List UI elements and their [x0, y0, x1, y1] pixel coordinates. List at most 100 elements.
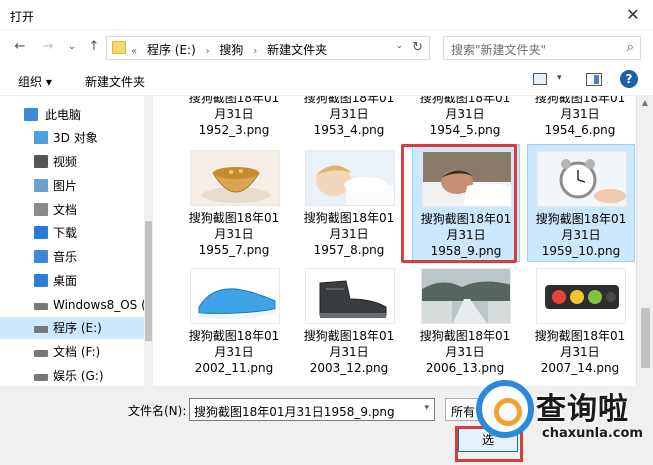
file-name: 月31日	[214, 345, 254, 359]
sidebar-item[interactable]: Windows8_OS (C	[0, 294, 145, 316]
sidebar-item-label: 娱乐 (G:)	[53, 369, 104, 383]
file-name: 1955_7.png	[198, 243, 270, 257]
file-item[interactable]: 搜狗截图18年01 月31日 2003_12.png	[296, 262, 404, 380]
sidebar-item-label: 3D 对象	[53, 131, 98, 145]
breadcrumb-new-folder[interactable]: 新建文件夹	[267, 43, 327, 57]
file-name: 月31日	[561, 228, 601, 242]
filename-label: 文件名(N):	[128, 404, 187, 418]
sidebar-item-label: 图片	[53, 179, 78, 193]
document-icon	[34, 203, 48, 216]
drive-icon	[34, 350, 48, 357]
breadcrumb-overflow[interactable]: «	[131, 46, 137, 57]
file-name: 月31日	[214, 227, 254, 241]
sidebar-item[interactable]: 图片	[0, 175, 145, 197]
breadcrumb-separator[interactable]: ›	[253, 46, 257, 57]
watermark-logo: 查询啦 chaxunla.com	[470, 376, 650, 456]
pc-icon	[24, 108, 38, 121]
file-item[interactable]: 搜狗截图18年01 月31日 1957_8.png	[296, 144, 404, 262]
file-name: 月31日	[445, 345, 485, 359]
sidebar-item-label: 文档	[53, 203, 78, 217]
preview-pane-icon[interactable]	[586, 73, 602, 86]
sidebar-item-label: 下载	[53, 226, 78, 240]
file-name: 月31日	[446, 228, 486, 242]
recent-locations-icon[interactable]: ⌄	[64, 39, 80, 55]
address-dropdown-icon[interactable]: ⌄	[395, 41, 403, 51]
file-thumbnail	[305, 150, 395, 206]
search-input[interactable]: 搜索"新建文件夹"	[451, 41, 546, 58]
scroll-up-icon[interactable]: ▲	[637, 98, 653, 107]
file-item[interactable]: 搜狗截图18年01 月31日 1955_7.png	[181, 144, 289, 262]
address-bar[interactable]: « 程序 (E:) › 搜狗 › 新建文件夹 ⌄ ↻	[106, 36, 430, 60]
sidebar-item[interactable]: 程序 (E:)	[0, 317, 145, 339]
sidebar-item-label: 视频	[53, 155, 78, 169]
file-item[interactable]: 搜狗截图18年01 月31日 1959_10.png	[527, 144, 635, 262]
file-thumbnail	[190, 150, 280, 206]
forward-icon[interactable]: →	[40, 39, 56, 55]
organize-button[interactable]: 组织 ▾	[18, 73, 52, 90]
file-name: 1952_3.png	[198, 123, 270, 137]
file-name: 搜狗截图18年01	[420, 212, 512, 226]
file-name: 2006_13.png	[425, 361, 505, 375]
new-folder-button[interactable]: 新建文件夹	[85, 73, 145, 90]
file-item[interactable]: 搜狗截图18年01 月31日 1958_9.png	[412, 144, 520, 262]
up-folder-icon[interactable]: ↑	[86, 39, 102, 55]
command-bar: 组织 ▾ 新建文件夹 ▾ ?	[0, 64, 653, 96]
sidebar-item[interactable]: 文档 (F:)	[0, 341, 145, 363]
navigation-bar: ← → ⌄ ↑ « 程序 (E:) › 搜狗 › 新建文件夹 ⌄ ↻ 搜索"新建…	[0, 30, 653, 64]
file-name: 搜狗截图18年01	[534, 96, 626, 105]
file-name: 1959_10.png	[541, 244, 621, 258]
view-options-icon[interactable]	[533, 73, 547, 85]
breadcrumb-separator[interactable]: ›	[206, 46, 210, 57]
folder-icon	[112, 41, 126, 54]
file-list-scrollbar[interactable]: ▲	[636, 96, 653, 386]
file-name: 2003_12.png	[309, 361, 389, 375]
sidebar-item[interactable]: 文档	[0, 199, 145, 221]
search-icon[interactable]: ⌕	[627, 40, 634, 55]
file-item[interactable]: 搜狗截图18年01 月31日 2002_11.png	[181, 262, 289, 380]
file-name: 2002_11.png	[194, 361, 274, 375]
file-item[interactable]: 搜狗截图18年01 月31日 1952_3.png	[181, 96, 289, 140]
sidebar-item[interactable]: 此电脑	[0, 104, 145, 126]
sidebar-item[interactable]: 娱乐 (G:)	[0, 365, 145, 386]
file-name: 1953_4.png	[313, 123, 385, 137]
file-thumbnail	[537, 151, 627, 207]
sidebar-item[interactable]: 桌面	[0, 270, 145, 292]
sidebar-item-label: 此电脑	[45, 108, 82, 122]
sidebar-item[interactable]: 视频	[0, 151, 145, 173]
file-name: 搜狗截图18年01	[188, 329, 280, 343]
file-item[interactable]: 搜狗截图18年01 月31日 1954_5.png	[412, 96, 520, 140]
view-dropdown-icon[interactable]: ▾	[557, 73, 562, 83]
file-item[interactable]: 搜狗截图18年01 月31日 2007_14.png	[527, 262, 635, 380]
chevron-down-icon[interactable]: ▾	[424, 403, 429, 413]
filename-input[interactable]: 搜狗截图18年01月31日1958_9.png ▾	[189, 398, 435, 421]
file-item[interactable]: 搜狗截图18年01 月31日 2006_13.png	[412, 262, 520, 380]
scrollbar-thumb[interactable]	[641, 308, 650, 368]
file-name: 2007_14.png	[540, 361, 620, 375]
file-name: 月31日	[214, 107, 254, 121]
breadcrumb-drive-e[interactable]: 程序 (E:)	[147, 43, 196, 57]
sidebar-item-label: 音乐	[53, 250, 78, 264]
sidebar-item-label: 桌面	[53, 274, 78, 288]
logo-q-icon	[476, 380, 534, 438]
scrollbar-thumb[interactable]	[145, 221, 152, 341]
refresh-icon[interactable]: ↻	[412, 40, 423, 55]
drive-icon	[34, 326, 48, 333]
back-icon[interactable]: ←	[12, 39, 28, 55]
navigation-pane-scrollbar[interactable]	[144, 96, 153, 386]
help-icon[interactable]: ?	[620, 70, 638, 88]
search-box[interactable]: 搜索"新建文件夹" ⌕	[443, 36, 641, 60]
file-name: 月31日	[329, 107, 369, 121]
sidebar-item[interactable]: 3D 对象	[0, 127, 145, 149]
file-thumbnail	[422, 151, 512, 207]
desktop-icon	[34, 274, 48, 287]
sidebar-item[interactable]: 下载	[0, 222, 145, 244]
filename-value[interactable]: 搜狗截图18年01月31日1958_9.png	[194, 403, 395, 420]
breadcrumb-sogou[interactable]: 搜狗	[219, 43, 243, 57]
file-item[interactable]: 搜狗截图18年01 月31日 1953_4.png	[296, 96, 404, 140]
picture-icon	[34, 179, 48, 192]
title-bar: 打开 ✕	[0, 0, 653, 30]
close-icon[interactable]: ✕	[623, 5, 643, 25]
sidebar-item[interactable]: 音乐	[0, 246, 145, 268]
file-name: 月31日	[445, 107, 485, 121]
file-item[interactable]: 搜狗截图18年01 月31日 1954_6.png	[527, 96, 635, 140]
